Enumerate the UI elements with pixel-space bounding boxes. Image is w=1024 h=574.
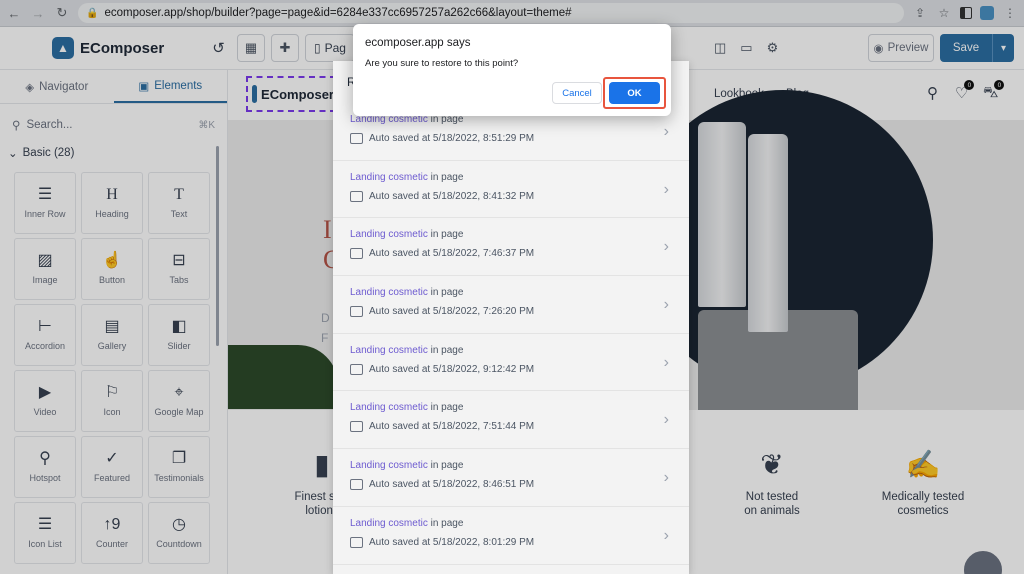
- ok-button-highlight: OK: [603, 77, 666, 109]
- calendar-icon: [350, 479, 363, 491]
- history-row[interactable]: Landing cosmetic in page Auto saved at 5/…: [333, 507, 689, 565]
- history-row-title: Landing cosmetic in page: [350, 402, 672, 413]
- history-row-saved: Auto saved at 5/18/2022, 7:26:20 PM: [369, 306, 535, 318]
- history-row-meta: Auto saved at 5/18/2022, 7:46:37 PM: [350, 248, 672, 260]
- history-row-name: Landing cosmetic: [350, 229, 428, 241]
- history-row-suffix: in page: [430, 171, 464, 183]
- history-row-name: Landing cosmetic: [350, 171, 428, 183]
- calendar-icon: [350, 190, 363, 202]
- history-row[interactable]: Landing cosmetic in page Auto saved at 5/…: [333, 161, 689, 219]
- cancel-button[interactable]: Cancel: [552, 82, 602, 104]
- history-row[interactable]: Landing cosmetic in page Auto saved at 5/…: [333, 391, 689, 450]
- history-row-meta: Auto saved at 5/18/2022, 7:51:44 PM: [350, 421, 672, 433]
- history-row-suffix: in page: [430, 344, 464, 356]
- history-row-meta: Auto saved at 5/18/2022, 8:46:51 PM: [350, 479, 672, 491]
- history-row-saved: Auto saved at 5/18/2022, 7:46:37 PM: [369, 248, 535, 260]
- history-row-title: Landing cosmetic in page: [350, 460, 672, 471]
- history-row-name: Landing cosmetic: [350, 517, 428, 529]
- chevron-right-icon: ›: [663, 411, 669, 429]
- history-row-saved: Auto saved at 5/18/2022, 8:41:32 PM: [369, 190, 535, 202]
- history-row-meta: Auto saved at 5/18/2022, 7:26:20 PM: [350, 306, 672, 318]
- confirm-dialog: ecomposer.app says Are you sure to resto…: [353, 24, 671, 116]
- history-row-meta: Auto saved at 5/18/2022, 9:12:42 PM: [350, 363, 672, 375]
- history-row-saved: Auto saved at 5/18/2022, 8:01:29 PM: [369, 536, 535, 548]
- history-row-title: Landing cosmetic in page: [350, 229, 672, 240]
- history-row-meta: Auto saved at 5/18/2022, 8:41:32 PM: [350, 190, 672, 202]
- history-row[interactable]: Landing cosmetic in page Auto saved at 5/…: [333, 449, 689, 507]
- history-row-title: Landing cosmetic in page: [350, 518, 672, 529]
- dialog-message: Are you sure to restore to this point?: [365, 58, 519, 69]
- history-row[interactable]: Landing cosmetic in page Auto saved at 5/…: [333, 218, 689, 277]
- calendar-icon: [350, 133, 363, 144]
- history-row-meta: Auto saved at 5/18/2022, 8:51:29 PM: [350, 133, 672, 144]
- history-row-saved: Auto saved at 5/18/2022, 8:46:51 PM: [369, 479, 535, 491]
- history-row-suffix: in page: [430, 402, 464, 414]
- history-row-saved: Auto saved at 5/18/2022, 9:12:42 PM: [369, 363, 535, 375]
- calendar-icon: [350, 536, 363, 548]
- history-row-name: Landing cosmetic: [350, 287, 428, 299]
- chevron-right-icon: ›: [663, 123, 669, 140]
- history-row-title: Landing cosmetic in page: [350, 287, 672, 298]
- dialog-title: ecomposer.app says: [365, 37, 471, 49]
- calendar-icon: [350, 306, 363, 318]
- calendar-icon: [350, 248, 363, 260]
- history-list: Landing cosmetic in page Auto saved at 5/…: [333, 103, 689, 565]
- history-row-saved: Auto saved at 5/18/2022, 8:51:29 PM: [369, 133, 535, 144]
- history-row-name: Landing cosmetic: [350, 402, 428, 414]
- history-row-title: Landing cosmetic in page: [350, 172, 672, 183]
- history-row[interactable]: Landing cosmetic in page Auto saved at 5/…: [333, 334, 689, 392]
- history-row-meta: Auto saved at 5/18/2022, 8:01:29 PM: [350, 536, 672, 548]
- history-row-saved: Auto saved at 5/18/2022, 7:51:44 PM: [369, 421, 535, 433]
- history-row-title: Landing cosmetic in page: [350, 345, 672, 356]
- chevron-right-icon: ›: [663, 469, 669, 487]
- history-row-suffix: in page: [430, 517, 464, 529]
- chevron-right-icon: ›: [663, 180, 669, 198]
- history-panel: R Landing cosmetic in page Auto saved at …: [333, 61, 689, 574]
- history-row-suffix: in page: [430, 460, 464, 472]
- calendar-icon: [350, 421, 363, 433]
- chevron-right-icon: ›: [663, 353, 669, 371]
- calendar-icon: [350, 363, 363, 375]
- ok-button[interactable]: OK: [609, 82, 660, 104]
- chevron-right-icon: ›: [663, 526, 669, 544]
- chevron-right-icon: ›: [663, 296, 669, 314]
- history-row-suffix: in page: [430, 287, 464, 299]
- history-row[interactable]: Landing cosmetic in page Auto saved at 5/…: [333, 276, 689, 334]
- history-row-name: Landing cosmetic: [350, 344, 428, 356]
- history-row-name: Landing cosmetic: [350, 460, 428, 472]
- chevron-right-icon: ›: [663, 238, 669, 256]
- history-row-suffix: in page: [430, 229, 464, 241]
